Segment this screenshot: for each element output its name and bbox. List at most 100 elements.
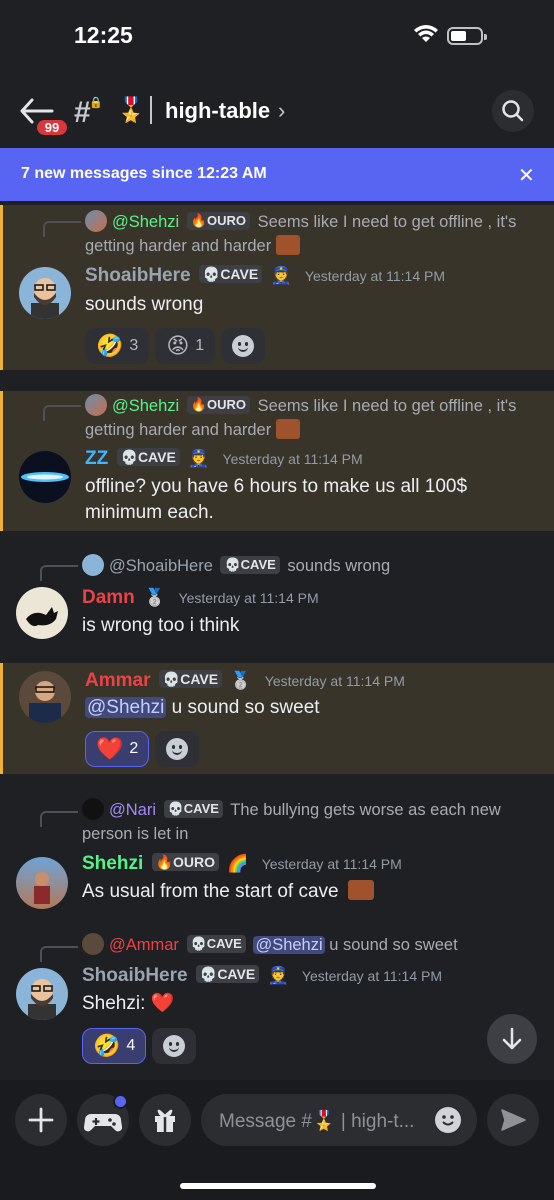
send-button[interactable] bbox=[487, 1094, 539, 1146]
role-tag: 💀CAVE bbox=[116, 448, 180, 466]
wifi-icon bbox=[414, 25, 438, 42]
timestamp: Yesterday at 11:14 PM bbox=[264, 673, 405, 689]
message[interactable]: Ammar 💀CAVE 🥈 Yesterday at 11:14 PM @She… bbox=[0, 663, 554, 774]
smiley-icon bbox=[163, 1035, 186, 1057]
channel-header: # 🔒 🎖️ high-table › bbox=[0, 78, 554, 146]
emoji-picker-button[interactable] bbox=[435, 1107, 461, 1133]
smiley-icon bbox=[166, 738, 189, 760]
gift-button[interactable] bbox=[139, 1094, 191, 1146]
reaction-button[interactable]: 🤣 3 bbox=[85, 328, 150, 364]
message[interactable]: @Ammar 💀CAVE @Shehzi u sound so sweet Sh… bbox=[0, 930, 554, 1075]
message[interactable]: @ShoaibHere 💀CAVE sounds wrong Damn 🥈 Ye… bbox=[0, 551, 554, 651]
reply-text: u sound so sweet bbox=[329, 936, 458, 954]
avatar bbox=[85, 394, 107, 416]
reaction-button[interactable]: 🤣 4 bbox=[82, 1028, 147, 1064]
reaction-button[interactable]: 😡 1 bbox=[155, 328, 216, 364]
add-reaction-button[interactable] bbox=[152, 1028, 197, 1064]
reply-text: sounds wrong bbox=[287, 557, 391, 575]
message-body: sounds wrong bbox=[85, 294, 204, 315]
reply-preview[interactable]: @Shehzi 🔥OURO Seems like I need to get o… bbox=[85, 394, 534, 442]
message-input[interactable]: Message #🎖️ | high-t... bbox=[201, 1094, 477, 1146]
reply-connector bbox=[43, 405, 81, 421]
timestamp: Yesterday at 11:14 PM bbox=[301, 968, 442, 984]
message-body: As usual from the start of cave bbox=[82, 879, 534, 905]
reply-author: @Ammar bbox=[109, 936, 179, 954]
role-tag: 💀CAVE bbox=[186, 935, 246, 953]
gift-icon bbox=[155, 1109, 175, 1132]
reply-preview[interactable]: @ShoaibHere 💀CAVE sounds wrong bbox=[82, 554, 534, 578]
message-author: Damn 🥈 Yesterday at 11:14 PM bbox=[82, 587, 319, 608]
message[interactable]: @Shehzi 🔥OURO Seems like I need to get o… bbox=[0, 391, 554, 531]
timestamp: Yesterday at 11:14 PM bbox=[261, 856, 402, 872]
reactions: 🤣 4 bbox=[82, 1028, 197, 1064]
role-emoji: 👮 bbox=[270, 266, 292, 285]
reply-author: @ShoaibHere bbox=[109, 557, 213, 575]
reply-connector bbox=[40, 811, 78, 827]
avatar bbox=[82, 798, 104, 820]
message-author: ZZ 💀CAVE 👮 Yesterday at 11:14 PM bbox=[85, 448, 363, 469]
avatar[interactable] bbox=[16, 587, 68, 639]
custom-emoji-icon bbox=[275, 419, 300, 439]
plus-icon bbox=[28, 1107, 54, 1133]
role-emoji: 🥈 bbox=[230, 671, 252, 690]
chevron-right-icon[interactable]: › bbox=[278, 98, 285, 124]
avatar[interactable] bbox=[16, 968, 68, 1020]
smiley-icon bbox=[442, 1115, 454, 1126]
close-icon[interactable]: ✕ bbox=[518, 163, 535, 188]
arrow-down-icon bbox=[502, 1027, 522, 1050]
avatar bbox=[82, 933, 104, 955]
reply-preview[interactable]: @Shehzi 🔥OURO Seems like I need to get o… bbox=[85, 210, 534, 258]
role-emoji: 👮 bbox=[267, 966, 289, 985]
new-messages-bar[interactable]: 7 new messages since 12:23 AM ✕ bbox=[0, 148, 554, 201]
message-body: @Shehzi u sound so sweet bbox=[85, 697, 320, 718]
avatar[interactable] bbox=[19, 267, 71, 319]
user-mention[interactable]: @Shehzi bbox=[85, 697, 167, 718]
role-emoji: 👮 bbox=[188, 449, 210, 468]
channel-name[interactable]: high-table bbox=[165, 98, 270, 124]
message[interactable]: @Shehzi 🔥OURO Seems like I need to get o… bbox=[0, 205, 554, 370]
avatar[interactable] bbox=[19, 451, 71, 503]
reply-preview[interactable]: @Ammar 💀CAVE @Shehzi u sound so sweet bbox=[82, 933, 534, 957]
add-reaction-button[interactable] bbox=[221, 328, 266, 364]
custom-emoji-icon bbox=[275, 235, 300, 255]
message-author: ShoaibHere 💀CAVE 👮 Yesterday at 11:14 PM bbox=[85, 265, 445, 286]
reply-author: @Nari bbox=[109, 801, 157, 819]
home-indicator bbox=[180, 1183, 376, 1189]
role-tag: 💀CAVE bbox=[198, 265, 263, 283]
message[interactable]: @Nari 💀CAVE The bullying gets worse as e… bbox=[0, 795, 554, 915]
message-author: Ammar 💀CAVE 🥈 Yesterday at 11:14 PM bbox=[85, 670, 405, 691]
reply-connector bbox=[40, 565, 78, 581]
add-reaction-button[interactable] bbox=[155, 731, 200, 767]
reaction-button[interactable]: ❤️ 2 bbox=[85, 731, 150, 767]
role-tag: 💀CAVE bbox=[158, 670, 223, 688]
add-attachment-button[interactable] bbox=[15, 1094, 67, 1146]
reply-connector bbox=[40, 946, 78, 962]
user-mention[interactable]: @Shehzi bbox=[253, 936, 325, 954]
battery-icon bbox=[447, 27, 487, 45]
reactions: ❤️ 2 bbox=[85, 731, 200, 767]
role-emoji: 🥈 bbox=[144, 588, 166, 607]
message-input-placeholder: Message #🎖️ | high-t... bbox=[219, 1111, 415, 1132]
reply-preview[interactable]: @Nari 💀CAVE The bullying gets worse as e… bbox=[82, 798, 534, 846]
role-emoji: 🌈 bbox=[227, 854, 249, 873]
role-tag: 💀CAVE bbox=[220, 556, 280, 574]
status-time: 12:25 bbox=[74, 22, 133, 48]
reactions: 🤣 3 😡 1 bbox=[85, 328, 266, 364]
message-author: Shehzi 🔥OURO 🌈 Yesterday at 11:14 PM bbox=[82, 853, 402, 874]
message-composer: Message #🎖️ | high-t... bbox=[0, 1080, 554, 1200]
role-tag: 💀CAVE bbox=[195, 965, 260, 983]
avatar bbox=[82, 554, 104, 576]
jump-to-bottom-button[interactable] bbox=[487, 1014, 537, 1064]
channel-separator bbox=[150, 96, 152, 124]
reply-author: @Shehzi bbox=[112, 213, 180, 231]
avatar bbox=[85, 210, 107, 232]
avatar[interactable] bbox=[16, 857, 68, 909]
notification-dot bbox=[113, 1094, 128, 1109]
reply-connector bbox=[43, 221, 81, 237]
message-body: is wrong too i think bbox=[82, 615, 240, 636]
role-tag: 🔥OURO bbox=[151, 853, 219, 871]
search-button[interactable] bbox=[492, 90, 534, 132]
role-tag: 🔥OURO bbox=[186, 396, 250, 414]
message-author: ShoaibHere 💀CAVE 👮 Yesterday at 11:14 PM bbox=[82, 965, 442, 986]
avatar[interactable] bbox=[19, 671, 71, 723]
